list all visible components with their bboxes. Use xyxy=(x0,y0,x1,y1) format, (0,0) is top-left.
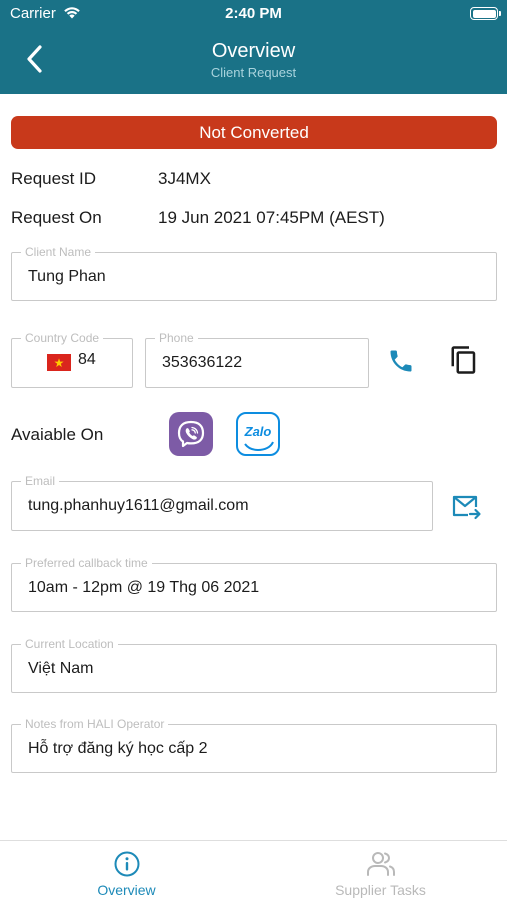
request-id-row: Request ID 3J4MX xyxy=(11,169,211,189)
current-location-value: Việt Nam xyxy=(28,659,94,677)
mail-send-icon xyxy=(452,495,481,520)
viber-icon[interactable] xyxy=(169,412,213,456)
client-name-label: Client Name xyxy=(21,245,96,259)
tab-overview[interactable]: Overview xyxy=(0,841,253,900)
request-id-value: 3J4MX xyxy=(158,169,211,188)
send-email-button[interactable] xyxy=(447,490,485,524)
client-name-field[interactable]: Client Name Tung Phan xyxy=(11,245,497,301)
operator-notes-value: Hỗ trợ đăng ký học cấp 2 xyxy=(28,739,208,757)
callback-time-label: Preferred callback time xyxy=(21,556,152,570)
callback-time-field[interactable]: Preferred callback time 10am - 12pm @ 19… xyxy=(11,556,497,612)
operator-notes-label: Notes from HALI Operator xyxy=(21,717,169,731)
request-on-value: 19 Jun 2021 07:45PM (AEST) xyxy=(158,208,385,227)
vietnam-flag-icon: ★ xyxy=(47,354,71,371)
tab-overview-label: Overview xyxy=(97,882,156,898)
users-icon xyxy=(365,850,397,883)
request-on-label: Request On xyxy=(11,208,102,227)
current-location-label: Current Location xyxy=(21,637,118,651)
email-label: Email xyxy=(21,474,60,488)
nav-header: Carrier 2:40 PM Overview Client Request xyxy=(0,0,507,94)
country-code-field[interactable]: Country Code ★ 84 xyxy=(11,331,133,388)
tab-supplier-tasks[interactable]: Supplier Tasks xyxy=(254,841,507,900)
tab-bar: Overview Supplier Tasks xyxy=(0,840,507,900)
page-subtitle: Client Request xyxy=(210,65,297,80)
battery-icon xyxy=(470,7,501,20)
country-code-label: Country Code xyxy=(21,331,104,345)
phone-label: Phone xyxy=(155,331,198,345)
page-title: Overview xyxy=(211,40,296,62)
info-icon xyxy=(113,850,141,883)
status-badge: Not Converted xyxy=(11,116,497,149)
copy-button[interactable] xyxy=(446,342,482,378)
phone-value: 353636122 xyxy=(162,354,243,371)
status-bar: Carrier 2:40 PM xyxy=(0,0,507,28)
phone-icon xyxy=(390,350,412,372)
request-on-row: Request On 19 Jun 2021 07:45PM (AEST) xyxy=(11,208,385,228)
email-value: tung.phanhuy1611@gmail.com xyxy=(28,497,249,514)
request-id-label: Request ID xyxy=(11,169,97,188)
clock: 2:40 PM xyxy=(225,5,282,22)
country-code-value: 84 xyxy=(78,351,96,368)
available-on-label: Avaiable On xyxy=(11,425,104,444)
operator-notes-field[interactable]: Notes from HALI Operator Hỗ trợ đăng ký … xyxy=(11,717,497,773)
copy-icon xyxy=(451,346,476,374)
zalo-icon[interactable]: Zalo xyxy=(236,412,280,456)
client-name-value: Tung Phan xyxy=(28,267,106,285)
current-location-field[interactable]: Current Location Việt Nam xyxy=(11,637,497,693)
email-field[interactable]: Email tung.phanhuy1611@gmail.com xyxy=(11,474,433,531)
call-button[interactable] xyxy=(384,344,418,378)
callback-time-value: 10am - 12pm @ 19 Thg 06 2021 xyxy=(28,578,260,596)
phone-field[interactable]: Phone 353636122 xyxy=(145,331,369,388)
tab-supplier-tasks-label: Supplier Tasks xyxy=(335,882,426,898)
